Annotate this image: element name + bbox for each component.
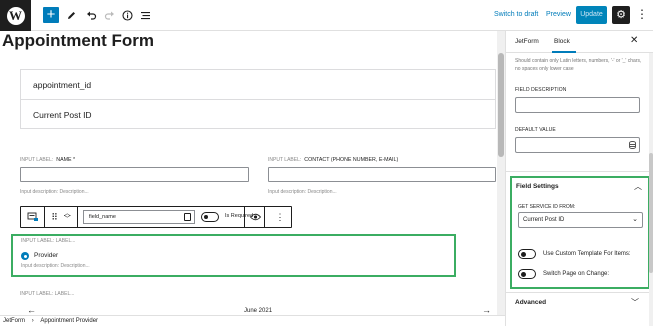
use-custom-template-label: Use Custom Template For Items: xyxy=(543,251,631,257)
hidden-field-row[interactable]: appointment_id xyxy=(21,70,495,100)
more-options-icon[interactable]: ⋮ xyxy=(269,207,291,227)
canvas-scrollbar[interactable] xyxy=(497,31,505,315)
label-prefix: INPUT LABEL: xyxy=(20,157,54,163)
radio-button[interactable] xyxy=(21,252,29,260)
preview-link[interactable]: Preview xyxy=(546,11,571,18)
editor-top-toolbar: W + Switch to draft Preview Update ⚙ ⋮ xyxy=(0,0,653,31)
desc-placeholder: Description... xyxy=(59,189,89,195)
switch-to-draft-link[interactable]: Switch to draft xyxy=(494,11,538,18)
label-value[interactable]: CONTACT (PHONE NUMBER, E-MAIL) xyxy=(304,157,398,163)
breadcrumb-item[interactable]: JetForm xyxy=(3,316,25,326)
radio-field-block[interactable]: INPUT LABEL: LABEL... Provider Input des… xyxy=(11,234,456,277)
calendar-month: June 2021 xyxy=(244,308,273,314)
drag-move-controls: ⠿ ︿ ﹀ xyxy=(45,207,78,227)
chevron-down-icon[interactable]: ﹀ xyxy=(631,297,639,308)
update-button[interactable]: Update xyxy=(576,6,607,24)
tools-pencil-icon[interactable] xyxy=(63,7,79,23)
gear-icon[interactable]: ⚙ xyxy=(612,6,630,24)
field-settings-title[interactable]: Field Settings xyxy=(516,183,559,190)
tab-jetform[interactable]: JetForm xyxy=(515,38,539,45)
more-vertical-icon[interactable]: ⋮ xyxy=(636,8,648,20)
divider xyxy=(506,171,653,172)
breadcrumb: JetForm › Appointment Provider xyxy=(0,315,505,326)
select-value: Current Post ID xyxy=(523,217,565,223)
hidden-field-row[interactable]: Current Post ID xyxy=(21,100,495,130)
desc-prefix: Input description: xyxy=(268,189,307,195)
sidebar-scrollbar[interactable] xyxy=(649,53,653,326)
advanced-panel-title[interactable]: Advanced xyxy=(515,299,546,306)
calendar-header: ← June 2021 → xyxy=(0,306,496,315)
add-block-icon[interactable]: + xyxy=(43,7,59,23)
desc-placeholder: Description... xyxy=(60,263,90,269)
field-name-value: field_name xyxy=(89,214,116,220)
settings-sidebar: JetForm Block ✕ Should contain only Lati… xyxy=(505,31,653,326)
label-prefix: INPUT LABEL: xyxy=(268,157,302,163)
breadcrumb-item[interactable]: Appointment Provider xyxy=(40,316,98,326)
field-name-input[interactable]: field_name xyxy=(83,210,195,224)
database-icon[interactable] xyxy=(629,141,636,149)
contact-input[interactable] xyxy=(268,167,496,182)
desc-prefix: Input description: xyxy=(21,263,60,269)
list-view-icon[interactable] xyxy=(137,7,153,23)
radio-option-label: Provider xyxy=(34,252,59,259)
field-name-help-text: Should contain only Latin letters, numbe… xyxy=(515,58,642,72)
block-toolbar: ⠿ ︿ ﹀ field_name Is Required ⋮ xyxy=(20,206,292,228)
active-tab-indicator xyxy=(552,51,576,53)
name-field-description[interactable]: Input description: Description... xyxy=(20,189,89,195)
name-input[interactable] xyxy=(20,167,249,182)
divider xyxy=(506,292,653,293)
scrollbar-thumb[interactable] xyxy=(649,153,653,273)
sidebar-tabs: JetForm Block ✕ xyxy=(506,31,653,53)
is-required-toggle[interactable] xyxy=(201,212,219,222)
get-service-id-select[interactable]: Current Post ID ⌄ xyxy=(518,212,643,228)
contact-field-description[interactable]: Input description: Description... xyxy=(268,189,337,195)
eye-icon[interactable] xyxy=(244,207,265,227)
default-value-input[interactable] xyxy=(515,137,640,153)
arrow-right-icon[interactable]: → xyxy=(482,306,491,315)
tab-block[interactable]: Block xyxy=(554,38,570,45)
switch-page-toggle[interactable] xyxy=(518,269,536,279)
close-icon[interactable]: ✕ xyxy=(630,36,638,46)
info-icon[interactable] xyxy=(119,7,135,23)
default-value-label: DEFAULT VALUE xyxy=(515,127,556,133)
label-prefix: INPUT LABEL: xyxy=(20,291,54,297)
get-service-id-label: GET SERVICE ID FROM: xyxy=(518,204,576,210)
page-title[interactable]: Appointment Form xyxy=(2,31,154,51)
move-up-down-icon[interactable]: ︿ ﹀ xyxy=(64,210,71,223)
drag-handle-icon[interactable]: ⠿ xyxy=(51,212,58,223)
name-field-label: INPUT LABEL: NAME * xyxy=(20,157,75,163)
chevron-right-icon: › xyxy=(31,318,34,324)
wordpress-logo-icon[interactable]: W xyxy=(0,0,31,31)
copy-icon[interactable] xyxy=(184,213,191,221)
desc-placeholder: Description... xyxy=(307,189,337,195)
label-prefix: INPUT LABEL: xyxy=(21,238,55,244)
label-placeholder[interactable]: LABEL... xyxy=(56,238,76,244)
arrow-left-icon[interactable]: ← xyxy=(27,306,36,315)
desc-prefix: Input description: xyxy=(20,189,59,195)
chevron-down-icon: ⌄ xyxy=(632,216,638,223)
field-description-label: FIELD DESCRIPTION xyxy=(515,87,567,93)
contact-field-label: INPUT LABEL: CONTACT (PHONE NUMBER, E-MAI… xyxy=(268,157,398,163)
label-value[interactable]: NAME * xyxy=(56,157,75,163)
radio-field-description[interactable]: Input description: Description... xyxy=(21,263,90,269)
block-type-icon[interactable] xyxy=(21,207,45,227)
use-custom-template-toggle[interactable] xyxy=(518,249,536,259)
chevron-up-icon[interactable]: ︿ xyxy=(634,181,642,192)
field-settings-panel: Field Settings ︿ GET SERVICE ID FROM: Cu… xyxy=(510,176,650,289)
scrollbar-thumb[interactable] xyxy=(498,53,504,157)
undo-icon[interactable] xyxy=(83,7,99,23)
redo-icon[interactable] xyxy=(101,7,117,23)
label-placeholder[interactable]: LABEL... xyxy=(55,291,75,297)
switch-page-label: Switch Page on Change: xyxy=(543,271,610,277)
editor-canvas: Appointment Form appointment_id Current … xyxy=(0,31,496,315)
next-field-label: INPUT LABEL: LABEL... xyxy=(20,291,74,297)
radio-field-label: INPUT LABEL: LABEL... xyxy=(21,238,75,244)
field-description-input[interactable] xyxy=(515,97,640,113)
hidden-fields-block[interactable]: appointment_id Current Post ID xyxy=(20,69,496,129)
